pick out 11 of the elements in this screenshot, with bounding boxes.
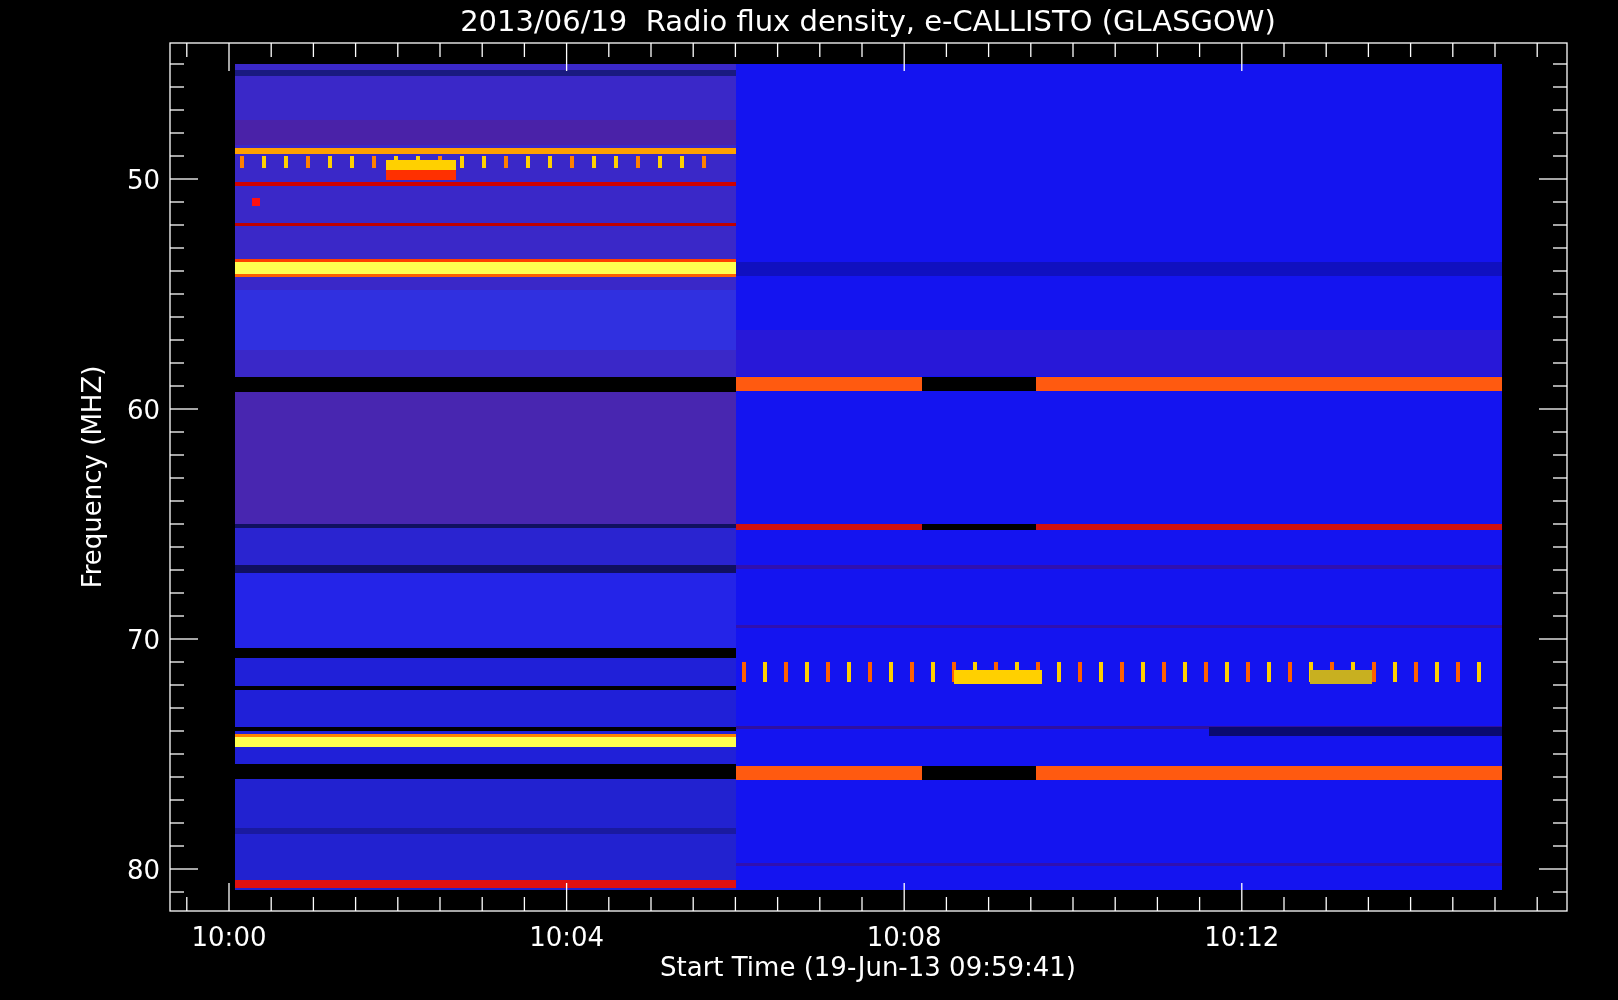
axis-tick-label: 80	[126, 855, 160, 885]
axis-title: Start Time (19-Jun-13 09:59:41)	[660, 952, 1076, 982]
axis-tick-label: 10:04	[529, 922, 605, 952]
axis-title: Frequency (MHZ)	[77, 365, 107, 589]
axis-tick-label: 70	[126, 625, 160, 655]
axis-tick-label: 10:08	[866, 922, 942, 952]
axis-tick-label: 60	[126, 395, 160, 425]
axis-tick-label: 50	[126, 165, 160, 195]
axis-tick-label: 10:12	[1204, 922, 1280, 952]
axis-tick-label: 10:00	[191, 922, 267, 952]
chart-title: 2013/06/19 Radio flux density, e-CALLISTO (GLASGOW)	[460, 4, 1276, 38]
